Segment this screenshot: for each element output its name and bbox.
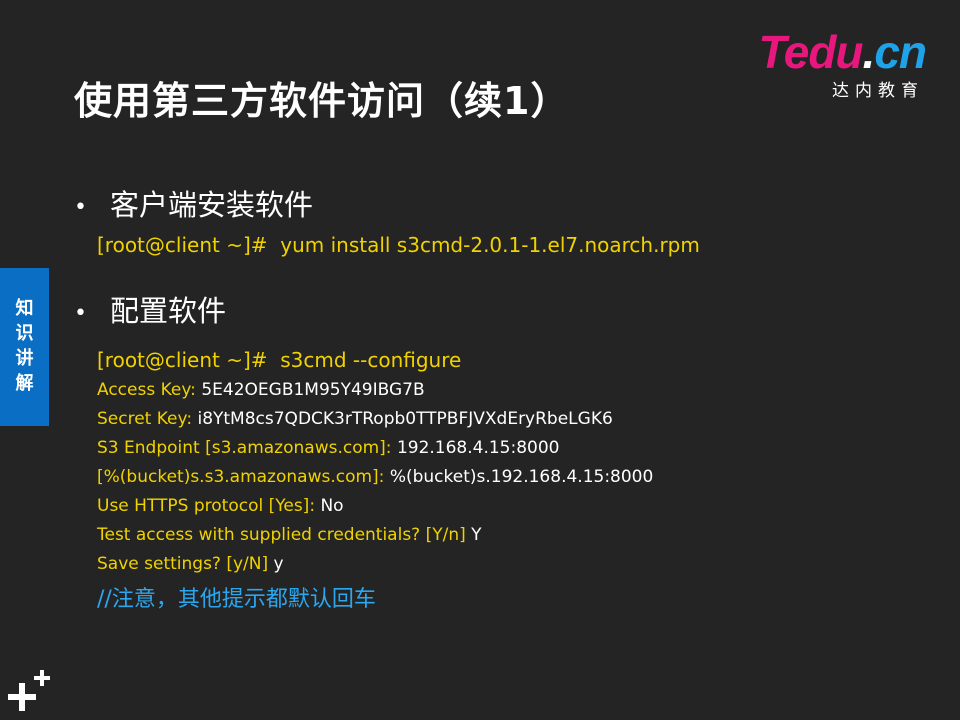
config-line-bucket-template: [%(bucket)s.s3.amazonaws.com]: %(bucket)… (97, 467, 653, 487)
config-line-https: Use HTTPS protocol [Yes]: No (97, 496, 344, 516)
configure-command: s3cmd --configure (280, 348, 462, 372)
configure-command-line: [root@client ~]# s3cmd --configure (97, 348, 461, 372)
config-label: Test access with supplied credentials? [… (97, 525, 466, 545)
logo-mark-dot: . (862, 26, 876, 78)
config-line-secret-key: Secret Key: i8YtM8cs7QDCK3rTRopb0TTPBFJV… (97, 409, 613, 429)
config-value: 5E42OEGB1M95Y49IBG7B (201, 380, 425, 400)
config-value: Y (471, 525, 482, 545)
config-label: Secret Key: (97, 409, 193, 429)
side-tab-char-3: 讲 (15, 348, 34, 369)
config-line-test-access: Test access with supplied credentials? [… (97, 525, 482, 545)
install-command: yum install s3cmd-2.0.1-1.el7.noarch.rpm (280, 233, 700, 257)
bullet-configure: • 配置软件 (74, 288, 226, 330)
bullet-install: • 客户端安装软件 (74, 182, 313, 224)
config-label: S3 Endpoint [s3.amazonaws.com]: (97, 438, 392, 458)
bullet-dot-icon: • (74, 300, 87, 326)
config-label: Use HTTPS protocol [Yes]: (97, 496, 316, 516)
side-tab-char-4: 解 (15, 373, 34, 394)
logo-mark-cn: cn (874, 26, 927, 78)
side-tab-char-1: 知 (15, 298, 34, 319)
configure-prompt: [root@client ~]# (97, 348, 268, 372)
config-label: [%(bucket)s.s3.amazonaws.com]: (97, 467, 385, 487)
page-title: 使用第三方软件访问（续1） (74, 79, 570, 123)
bullet-install-text: 客户端安装软件 (110, 188, 314, 222)
side-tab-char-2: 识 (15, 323, 34, 344)
config-value: 192.168.4.15:8000 (396, 438, 560, 458)
bullet-dot-icon: • (74, 194, 87, 220)
logo-wordmark: Tedu.cn (746, 29, 927, 75)
config-value: %(bucket)s.192.168.4.15:8000 (389, 467, 654, 487)
side-tab: 知 识 讲 解 (0, 268, 49, 426)
config-value: No (320, 496, 344, 516)
install-command-line: [root@client ~]# yum install s3cmd-2.0.1… (97, 233, 700, 257)
plus-plus-icon (8, 670, 50, 711)
tedu-logo: Tedu.cn 达内教育 (746, 29, 927, 101)
config-label: Save settings? [y/N] (97, 554, 269, 574)
config-label: Access Key: (97, 380, 196, 400)
logo-mark-t: T (758, 26, 784, 78)
config-line-save-settings: Save settings? [y/N] y (97, 554, 284, 574)
config-value: i8YtM8cs7QDCK3rTRopb0TTPBFJVXdEryRbeLGK6 (197, 409, 613, 429)
slide: Tedu.cn 达内教育 使用第三方软件访问（续1） 知 识 讲 解 • 客户端安… (0, 0, 960, 720)
config-line-access-key: Access Key: 5E42OEGB1M95Y49IBG7B (97, 380, 425, 400)
logo-mark-edu: edu (783, 26, 864, 78)
logo-subtitle: 达内教育 (832, 81, 924, 101)
install-prompt: [root@client ~]# (97, 233, 268, 257)
config-value: y (273, 554, 284, 574)
bullet-configure-text: 配置软件 (110, 294, 227, 328)
note-comment: //注意，其他提示都默认回车 (97, 587, 376, 612)
config-line-endpoint: S3 Endpoint [s3.amazonaws.com]: 192.168.… (97, 438, 559, 458)
